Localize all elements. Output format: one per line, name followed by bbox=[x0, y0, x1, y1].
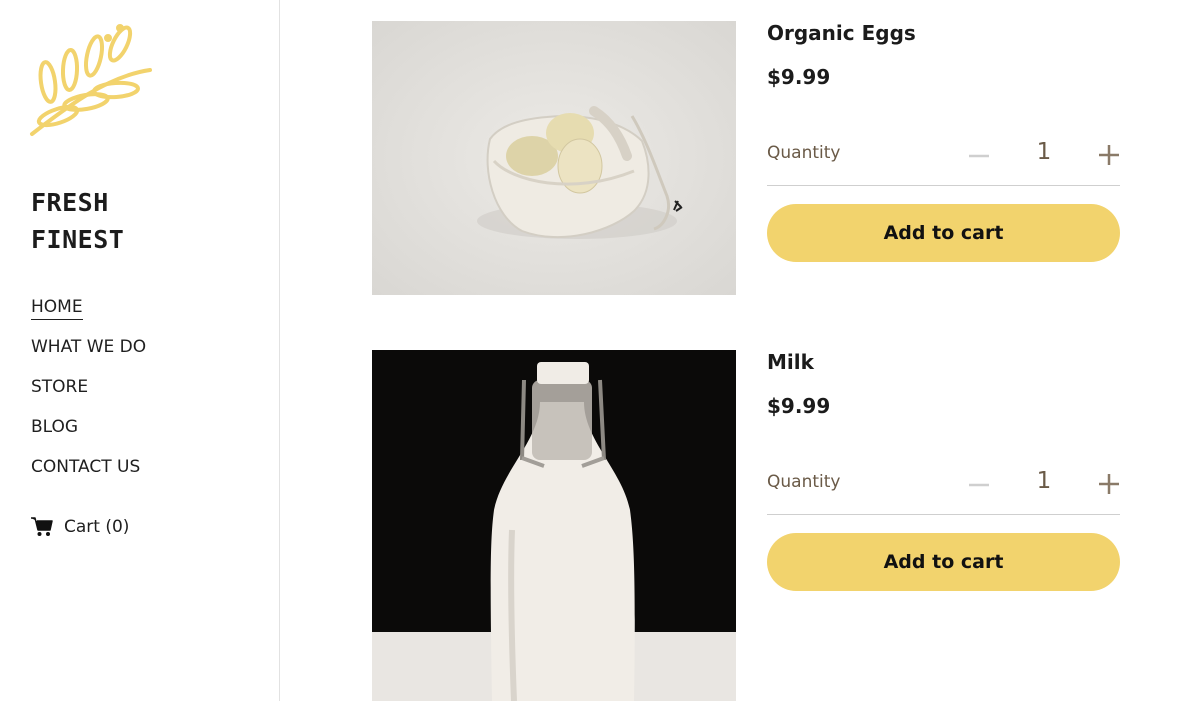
wheat-leaf-icon[interactable] bbox=[28, 16, 156, 138]
minus-icon[interactable] bbox=[967, 468, 991, 492]
product-price: $9.99 bbox=[767, 394, 831, 418]
quantity-value[interactable]: 1 bbox=[1029, 468, 1059, 494]
brand-line-2: FINEST bbox=[31, 225, 125, 254]
nav-label: STORE bbox=[31, 377, 89, 397]
product-image[interactable] bbox=[372, 350, 736, 702]
nav-label: BLOG bbox=[31, 417, 79, 437]
nav-item-store[interactable]: STORE bbox=[31, 373, 146, 413]
nav-label: CONTACT US bbox=[31, 457, 141, 477]
cart-label: Cart (0) bbox=[64, 517, 130, 537]
plus-icon[interactable] bbox=[1097, 143, 1121, 167]
add-to-cart-button[interactable]: Add to cart bbox=[767, 204, 1120, 262]
shopping-cart-icon bbox=[31, 517, 53, 536]
cart-link[interactable]: Cart (0) bbox=[31, 517, 129, 537]
product-image[interactable] bbox=[372, 21, 736, 295]
plus-icon[interactable] bbox=[1097, 472, 1121, 496]
nav-item-blog[interactable]: BLOG bbox=[31, 413, 146, 453]
product-name: Organic Eggs bbox=[767, 21, 916, 45]
brand-name: FRESH FINEST bbox=[31, 184, 124, 258]
quantity-stepper: Quantity 1 bbox=[767, 135, 1120, 186]
nav-item-home[interactable]: HOME bbox=[31, 293, 146, 333]
quantity-value[interactable]: 1 bbox=[1029, 139, 1059, 165]
brand-line-1: FRESH bbox=[31, 188, 109, 217]
nav-label: WHAT WE DO bbox=[31, 337, 147, 357]
nav-label: HOME bbox=[31, 295, 83, 320]
main-nav: HOME WHAT WE DO STORE BLOG CONTACT US bbox=[31, 293, 146, 493]
quantity-label: Quantity bbox=[767, 472, 841, 492]
quantity-stepper: Quantity 1 bbox=[767, 464, 1120, 515]
quantity-label: Quantity bbox=[767, 143, 841, 163]
minus-icon[interactable] bbox=[967, 139, 991, 163]
nav-item-what-we-do[interactable]: WHAT WE DO bbox=[31, 333, 146, 373]
nav-item-contact-us[interactable]: CONTACT US bbox=[31, 453, 146, 493]
add-to-cart-button[interactable]: Add to cart bbox=[767, 533, 1120, 591]
product-price: $9.99 bbox=[767, 65, 831, 89]
sidebar: FRESH FINEST HOME WHAT WE DO STORE BLOG … bbox=[0, 0, 280, 701]
product-name: Milk bbox=[767, 350, 814, 374]
